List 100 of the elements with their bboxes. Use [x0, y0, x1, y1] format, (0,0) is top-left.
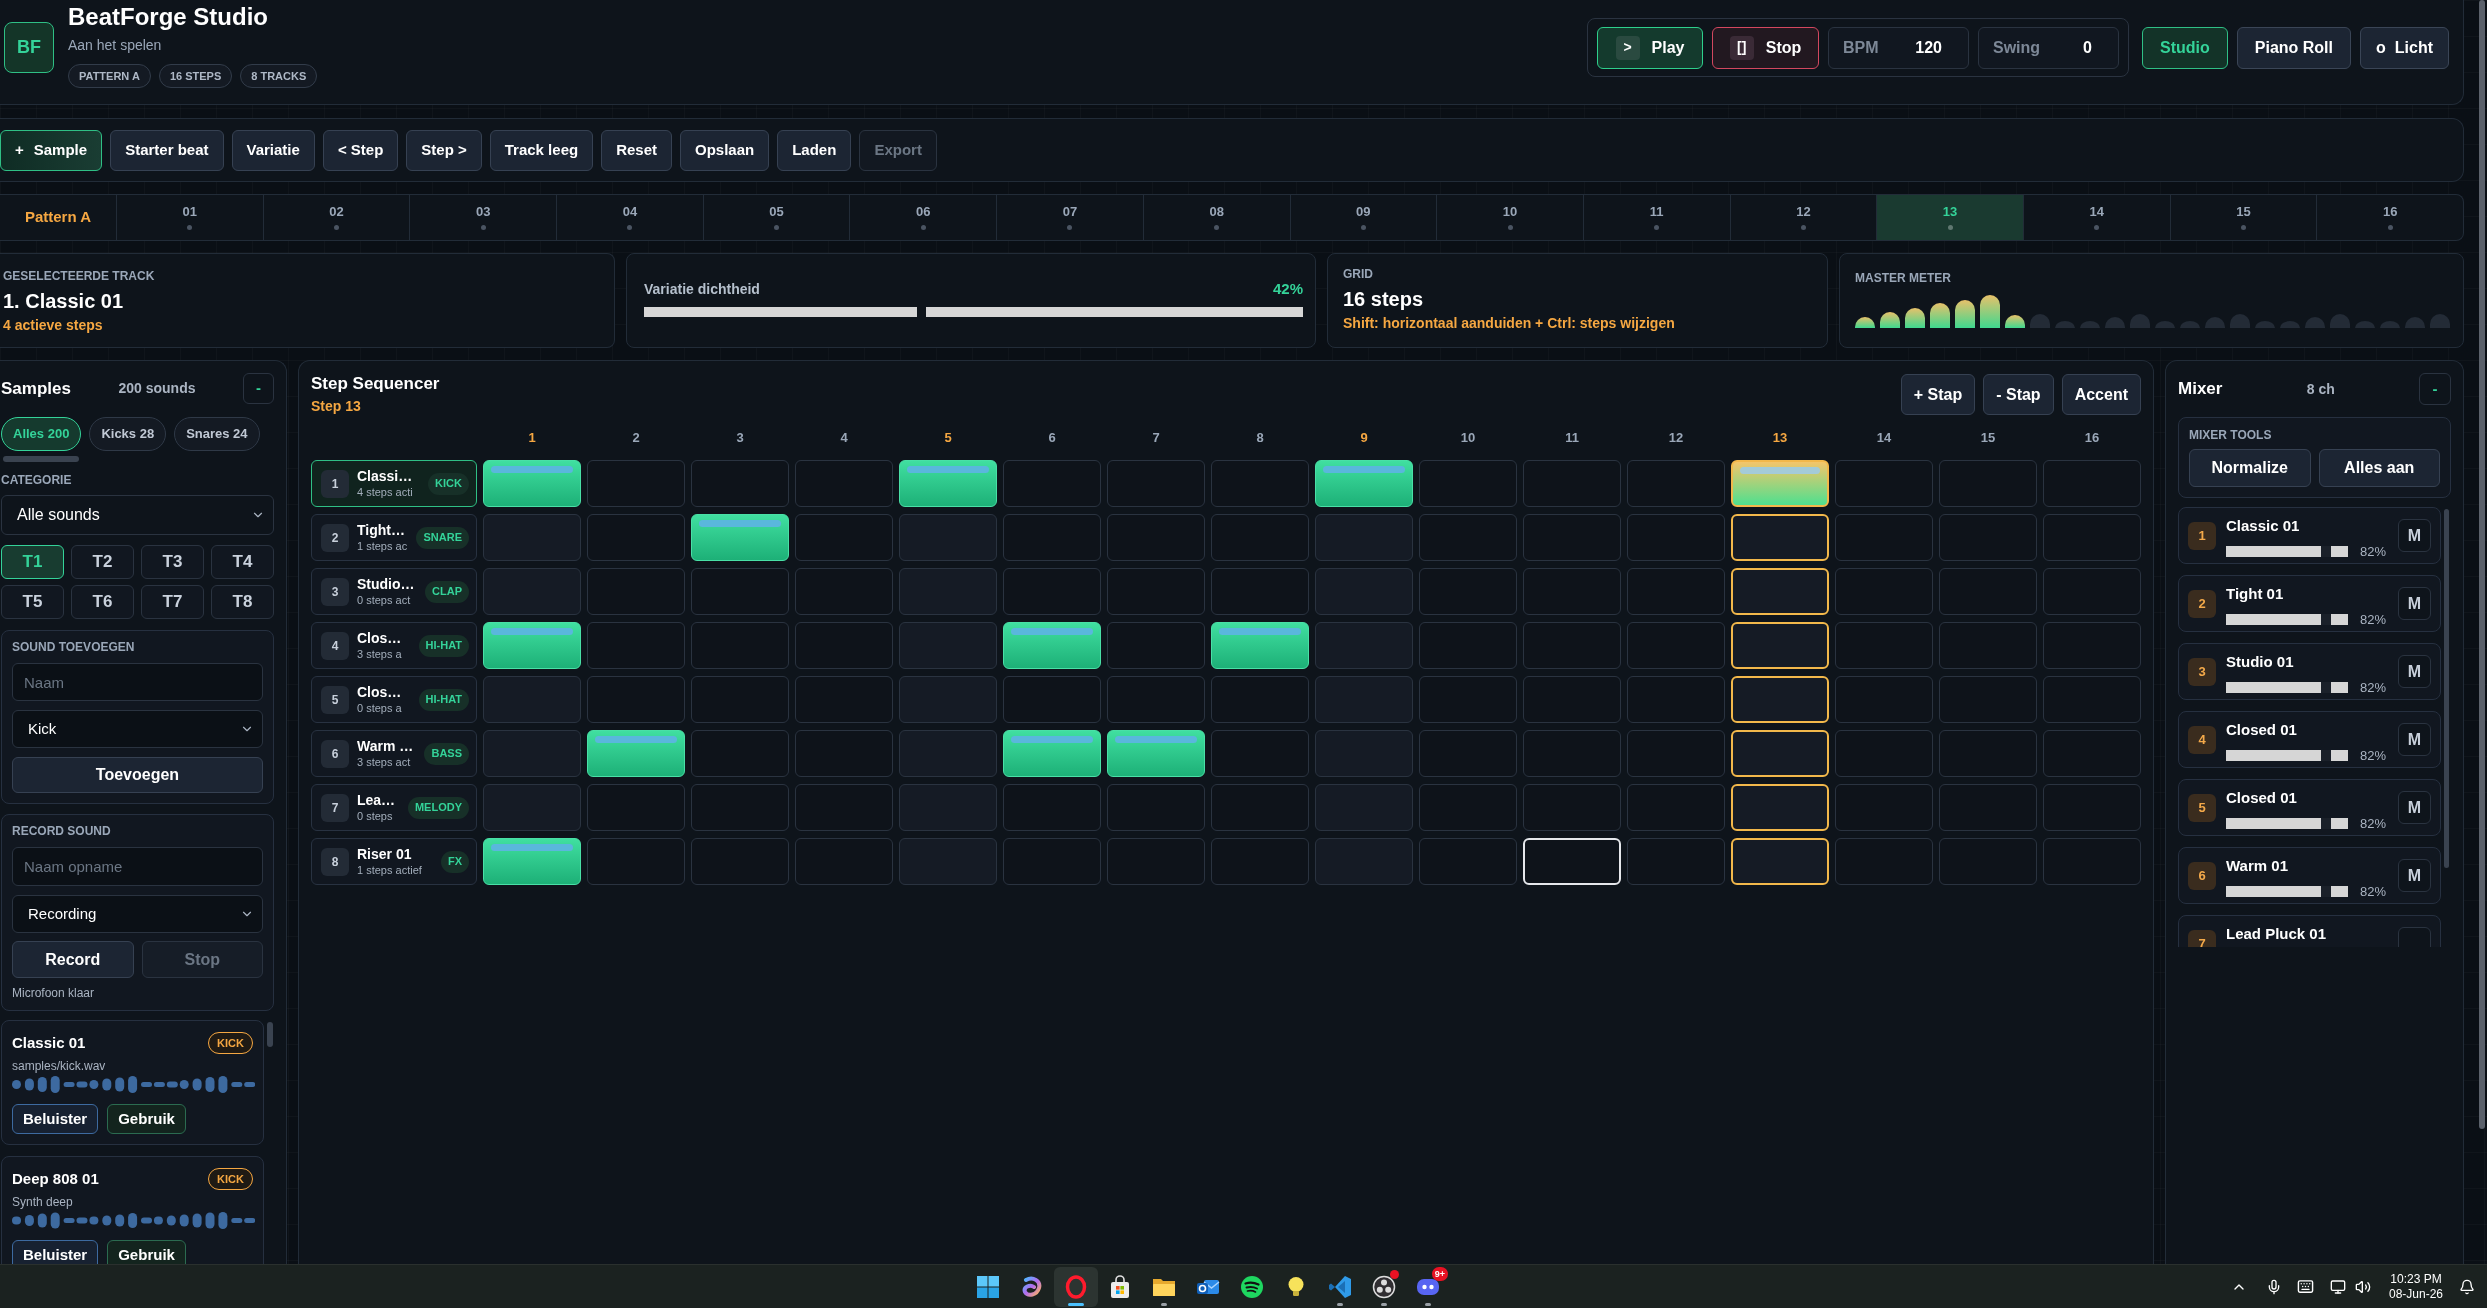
track-steps: 1 steps ac: [357, 539, 408, 553]
track-name: Clos…: [357, 684, 402, 701]
pattern-name: Pattern A: [24, 207, 92, 228]
track-steps: 0 steps: [357, 809, 393, 823]
step-number: 11: [1565, 429, 1579, 448]
instrument-tag: HI-HAT: [418, 688, 469, 711]
slider-label: Variatie dichtheid: [644, 280, 760, 298]
channel-name: Closed 01: [2226, 721, 2297, 739]
status-tag: PATTERN A: [68, 64, 151, 88]
section-caption: RECORD SOUND: [12, 824, 112, 838]
track-name: Studio…: [357, 576, 415, 593]
stop-icon: []: [1729, 35, 1754, 60]
card-caption: GESELECTEERDE TRACK: [3, 269, 155, 283]
instrument-tag: BASS: [424, 742, 469, 765]
field-caption: CATEGORIE: [1, 473, 73, 487]
panel-title: Samples: [1, 377, 71, 400]
sample-detail: Synth deep: [12, 1194, 74, 1210]
step-number: 8: [1256, 429, 1264, 448]
step-number: 3: [736, 429, 744, 448]
step-number: 4: [840, 429, 848, 448]
step-number: 7: [1152, 429, 1160, 448]
channel-number: 5: [2188, 793, 2216, 822]
section-caption: MIXER TOOLS: [2189, 428, 2273, 442]
step-number: 13: [1772, 429, 1788, 448]
step-number: 15: [1980, 429, 1996, 448]
channel-name: Studio 01: [2226, 653, 2294, 671]
track-steps: 3 steps a: [357, 647, 402, 661]
channel-name: Warm 01: [2226, 857, 2288, 875]
current-step: Step 13: [311, 397, 361, 415]
clock-time: 10:23 PM: [2390, 1271, 2442, 1287]
step-number: 14: [1876, 429, 1892, 448]
channel-number: 4: [2188, 725, 2216, 754]
play-icon: >: [1615, 35, 1640, 60]
track-number: 5: [321, 685, 349, 714]
step-number: 1: [528, 429, 536, 448]
track-name: Warm …: [357, 738, 414, 755]
instrument-tag: HI-HAT: [418, 634, 469, 657]
track-number: 6: [321, 739, 349, 768]
channel-number: 3: [2188, 657, 2216, 686]
clock-date: 08-Jun-26: [2388, 1286, 2443, 1302]
track-number: 4: [321, 631, 349, 660]
step-number: 10: [1460, 429, 1476, 448]
step-number: 16: [2084, 429, 2100, 448]
field-label: Swing: [1993, 37, 2041, 58]
track-detail: 4 actieve steps: [3, 316, 103, 334]
volume-reading: 82%: [2360, 611, 2387, 629]
section-caption: SOUND TOEVOEGEN: [12, 640, 136, 654]
track-number: 1: [321, 469, 349, 498]
instrument-tag: SNARE: [416, 526, 469, 549]
track-number: 3: [321, 577, 349, 606]
channel-name: Closed 01: [2226, 789, 2297, 807]
channel-number: 1: [2188, 521, 2216, 550]
panel-title: Step Sequencer: [311, 373, 440, 395]
step-number: 2: [632, 429, 640, 448]
channel-name: Classic 01: [2226, 517, 2300, 535]
track-number: 7: [321, 793, 349, 822]
channel-number: 7: [2188, 929, 2216, 947]
track-name: Clos…: [357, 630, 402, 647]
field-label: BPM: [1843, 37, 1879, 58]
step-number: 6: [1048, 429, 1056, 448]
track-steps: 0 steps act: [357, 593, 411, 607]
volume-reading: 82%: [2360, 679, 2387, 697]
sample-detail: samples/kick.wav: [12, 1058, 107, 1074]
microphone-status: Microfoon klaar: [12, 985, 96, 1001]
instrument-tag: CLAP: [425, 580, 469, 603]
instrument-tag: KICK: [428, 472, 469, 495]
category-tag: KICK: [208, 1168, 253, 1190]
status-tag: 16 STEPS: [158, 64, 233, 88]
track-steps: 1 steps actief: [357, 863, 422, 877]
channel-count: 8 ch: [2306, 379, 2335, 399]
track-name: Classi…: [357, 468, 413, 485]
volume-reading: 82%: [2360, 815, 2387, 833]
step-number: 5: [944, 429, 952, 448]
app-title: BeatForge Studio: [68, 2, 268, 32]
card-caption: GRID: [1343, 267, 1373, 281]
grid-size: 16 steps: [1343, 287, 1424, 311]
instrument-tag: FX: [440, 850, 469, 873]
circle-icon: o: [2376, 35, 2386, 60]
panel-title: Mixer: [2178, 378, 2223, 401]
track-steps: 3 steps act: [357, 755, 411, 769]
track-title: 1. Classic 01: [3, 289, 124, 313]
sample-name: Deep 808 01: [12, 1168, 99, 1189]
logo: BF: [4, 22, 54, 73]
channel-name: Tight 01: [2226, 585, 2284, 603]
step-number: 9: [1360, 429, 1368, 448]
track-steps: 0 steps a: [357, 701, 402, 715]
track-name: Tight…: [357, 522, 405, 539]
instrument-tag: MELODY: [407, 796, 469, 819]
shortcut-hint: Shift: horizontaal aanduiden + Ctrl: steps wijzigen: [1343, 314, 1675, 332]
plus-icon: +: [15, 138, 24, 162]
notification-count: 9+: [1431, 1266, 1448, 1281]
track-number: 2: [321, 523, 349, 552]
sound-count: 200 sounds: [118, 379, 196, 398]
track-number: 8: [321, 847, 349, 876]
channel-number: 6: [2188, 861, 2216, 890]
volume-reading: 82%: [2360, 747, 2387, 765]
track-name: Riser 01: [357, 846, 412, 863]
status-tag: 8 TRACKS: [240, 64, 318, 88]
step-number: 12: [1668, 429, 1684, 448]
volume-reading: 82%: [2360, 883, 2387, 901]
